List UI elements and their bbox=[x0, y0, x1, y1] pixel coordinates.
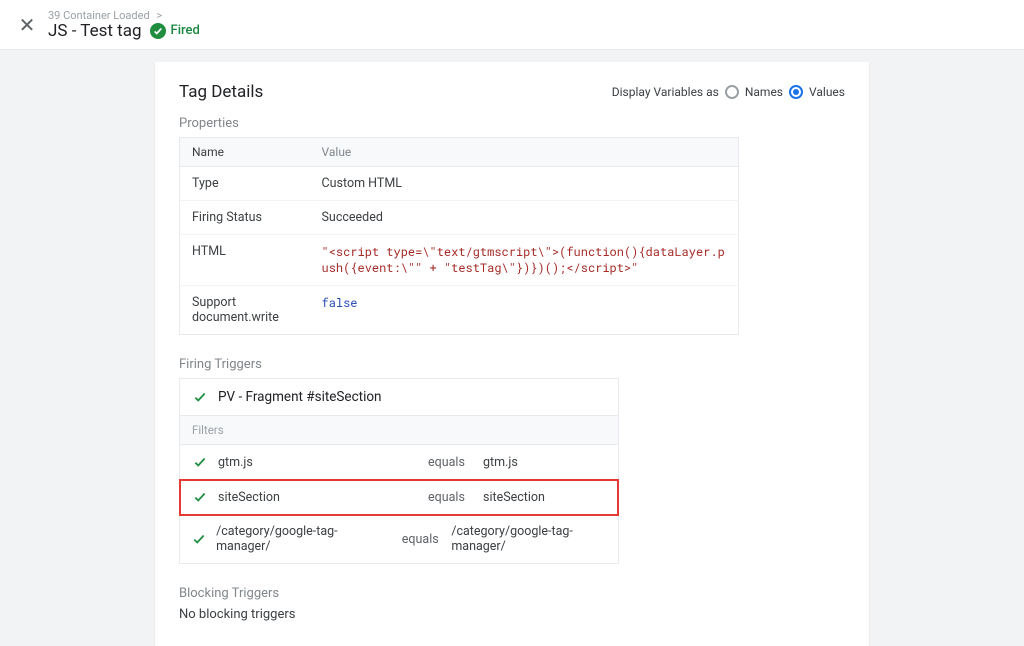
filter-left: /category/google-tag-manager/ bbox=[216, 524, 392, 554]
title-stack: 39 Container Loaded > JS - Test tag Fire… bbox=[48, 9, 200, 41]
check-icon bbox=[192, 389, 208, 405]
filter-op: equals bbox=[402, 532, 442, 547]
title-row: JS - Test tag Fired bbox=[48, 21, 200, 41]
filter-right: siteSection bbox=[483, 490, 545, 505]
prop-name: Firing Status bbox=[180, 201, 310, 235]
filter-row-highlighted: siteSection equals siteSection bbox=[180, 480, 618, 515]
filter-op: equals bbox=[428, 490, 473, 505]
prop-name: HTML bbox=[180, 235, 310, 286]
radio-names[interactable] bbox=[725, 85, 739, 99]
filter-left: siteSection bbox=[218, 490, 418, 505]
tag-title: JS - Test tag bbox=[48, 21, 142, 41]
chevron-right-icon: > bbox=[156, 9, 162, 22]
properties-col-value: Value bbox=[310, 138, 739, 167]
trigger-header[interactable]: PV - Fragment #siteSection bbox=[180, 379, 618, 416]
card-title: Tag Details bbox=[179, 82, 263, 102]
filter-row: gtm.js equals gtm.js bbox=[180, 445, 618, 480]
table-row: Support document.write false bbox=[180, 286, 739, 335]
blocking-triggers-section-label: Blocking Triggers bbox=[179, 586, 845, 601]
no-blocking-text: No blocking triggers bbox=[179, 607, 845, 622]
radio-values-label[interactable]: Values bbox=[809, 85, 845, 99]
trigger-name: PV - Fragment #siteSection bbox=[218, 389, 382, 405]
filter-left: gtm.js bbox=[218, 455, 418, 470]
filter-right: /category/google-tag-manager/ bbox=[451, 524, 606, 554]
check-icon bbox=[192, 489, 208, 505]
check-circle-icon bbox=[150, 23, 166, 39]
close-icon[interactable]: ✕ bbox=[12, 13, 42, 37]
table-row: Firing Status Succeeded bbox=[180, 201, 739, 235]
firing-trigger-box: PV - Fragment #siteSection Filters gtm.j… bbox=[179, 378, 619, 564]
radio-values[interactable] bbox=[789, 85, 803, 99]
display-variables-toggle: Display Variables as Names Values bbox=[612, 85, 845, 99]
filters-label: Filters bbox=[180, 416, 618, 445]
properties-section-label: Properties bbox=[179, 116, 845, 131]
prop-value-code: "<script type=\"text/gtmscript\">(functi… bbox=[310, 235, 739, 286]
tag-details-card: Tag Details Display Variables as Names V… bbox=[155, 62, 869, 646]
radio-names-label[interactable]: Names bbox=[745, 85, 783, 99]
fired-badge: Fired bbox=[150, 23, 200, 39]
properties-table: Name Value Type Custom HTML Firing Statu… bbox=[179, 137, 739, 335]
card-header: Tag Details Display Variables as Names V… bbox=[179, 82, 845, 102]
table-row: Type Custom HTML bbox=[180, 167, 739, 201]
display-variables-label: Display Variables as bbox=[612, 85, 719, 99]
prop-value-code: false bbox=[310, 286, 739, 335]
fired-label: Fired bbox=[171, 23, 200, 38]
filter-right: gtm.js bbox=[483, 455, 518, 470]
filter-op: equals bbox=[428, 455, 473, 470]
filter-row: /category/google-tag-manager/ equals /ca… bbox=[180, 515, 618, 563]
prop-value: Succeeded bbox=[310, 201, 739, 235]
topbar: ✕ 39 Container Loaded > JS - Test tag Fi… bbox=[0, 0, 1024, 50]
check-icon bbox=[192, 531, 206, 547]
prop-value: Custom HTML bbox=[310, 167, 739, 201]
prop-name: Support document.write bbox=[180, 286, 310, 335]
table-row: HTML "<script type=\"text/gtmscript\">(f… bbox=[180, 235, 739, 286]
check-icon bbox=[192, 454, 208, 470]
prop-name: Type bbox=[180, 167, 310, 201]
firing-triggers-section-label: Firing Triggers bbox=[179, 357, 845, 372]
properties-col-name: Name bbox=[180, 138, 310, 167]
